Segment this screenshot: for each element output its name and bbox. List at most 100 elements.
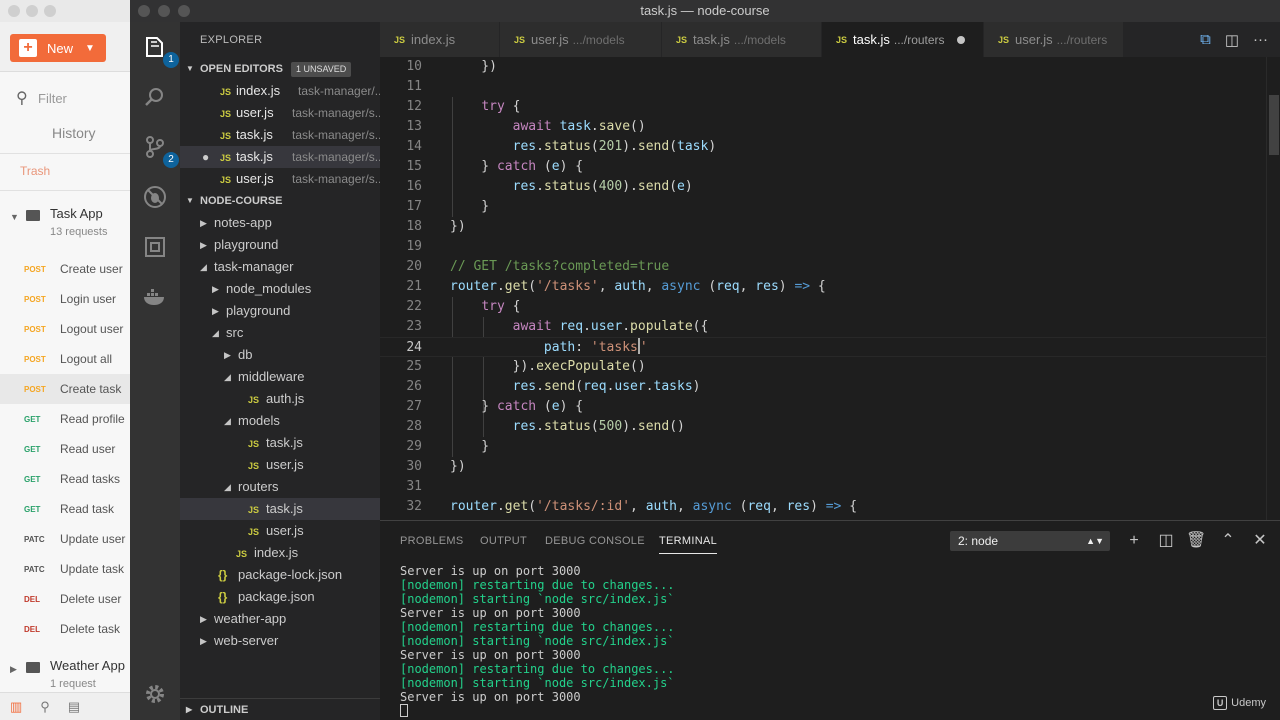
tree-folder[interactable]: ▶ playground (180, 234, 380, 256)
new-button[interactable]: + New ▼ (10, 34, 106, 62)
tree-file[interactable]: JS task.js (180, 432, 380, 454)
chevron-down-icon[interactable]: ▼ (10, 212, 19, 222)
folder-section[interactable]: ▼ NODE-COURSE (180, 190, 380, 212)
request-name: Read tasks (60, 472, 121, 486)
tree-folder[interactable]: ▶ notes-app (180, 212, 380, 234)
editor-scrollbar[interactable] (1266, 57, 1280, 520)
tree-file[interactable]: JS user.js (180, 520, 380, 542)
tree-folder[interactable]: ▶ db (180, 344, 380, 366)
editor-tab[interactable]: JS task.js .../models (662, 22, 822, 57)
tree-folder[interactable]: ◢ models (180, 410, 380, 432)
tree-folder[interactable]: ◢ src (180, 322, 380, 344)
unsaved-dot-icon[interactable] (956, 36, 965, 44)
close-dot[interactable] (138, 5, 150, 17)
tree-file[interactable]: JS index.js (180, 542, 380, 564)
maximize-dot[interactable] (44, 5, 56, 17)
request-item[interactable]: PATC Update task (0, 554, 134, 584)
maximize-panel-icon[interactable]: ⌃ (1218, 531, 1238, 551)
new-terminal-icon[interactable]: + (1124, 531, 1144, 551)
chevron-right-icon: ▶ (212, 306, 219, 316)
close-dot[interactable] (8, 5, 20, 17)
request-item[interactable]: POST Login user (0, 284, 134, 314)
trash-link[interactable]: Trash (20, 164, 50, 178)
search-icon[interactable] (141, 84, 169, 112)
open-editor-item[interactable]: JS user.js task-manager/s... (180, 102, 380, 124)
terminal-select[interactable]: 2: node ▲▼ (950, 531, 1110, 551)
tree-folder[interactable]: ▶ weather-app (180, 608, 380, 630)
filter-input[interactable]: ⚲ Filter (10, 84, 134, 112)
tab-debug-console[interactable]: DEBUG CONSOLE (545, 535, 645, 547)
open-editors-section[interactable]: ▼ OPEN EDITORS 1 UNSAVED (180, 58, 380, 80)
editor-tab[interactable]: JS user.js .../models (500, 22, 662, 57)
trash-icon[interactable]: 🗑 (1186, 531, 1206, 551)
minimize-dot[interactable] (26, 5, 38, 17)
tree-folder[interactable]: ◢ task-manager (180, 256, 380, 278)
tab-problems[interactable]: PROBLEMS (400, 535, 464, 547)
close-panel-icon[interactable]: ✕ (1250, 531, 1270, 551)
tab-terminal[interactable]: TERMINAL (659, 535, 718, 554)
tree-folder[interactable]: ▶ web-server (180, 630, 380, 652)
extensions-icon[interactable] (141, 234, 169, 262)
sidebar-toggle-icon[interactable]: ▥ (10, 699, 22, 715)
request-item[interactable]: PATC Update user (0, 524, 134, 554)
file-path: task-manager/s... (292, 150, 380, 164)
line-text: }).execPopulate() (450, 359, 646, 374)
request-item[interactable]: POST Logout all (0, 344, 134, 374)
outline-section[interactable]: ▶ OUTLINE (180, 698, 380, 720)
tree-folder[interactable]: ▶ node_modules (180, 278, 380, 300)
request-item[interactable]: GET Read task (0, 494, 134, 524)
open-editor-item[interactable]: JS index.js task-manager/... (180, 80, 380, 102)
gear-icon[interactable] (141, 682, 169, 710)
tree-label: task.js (266, 435, 303, 450)
debug-icon[interactable] (141, 184, 169, 212)
open-editor-item[interactable]: JS user.js task-manager/s... (180, 168, 380, 190)
terminal-output[interactable]: Server is up on port 3000 [nodemon] resta… (400, 564, 675, 718)
code-editor[interactable]: 10 }) 11 12 try { 13 await task.save() 1… (380, 57, 1280, 520)
minimize-dot[interactable] (158, 5, 170, 17)
history-tab[interactable]: History (52, 125, 96, 141)
split-editor-icon[interactable]: ◫ (1225, 31, 1239, 49)
request-method: POST (24, 354, 46, 364)
tab-output[interactable]: OUTPUT (480, 535, 527, 547)
tree-folder[interactable]: ◢ middleware (180, 366, 380, 388)
editor-tab[interactable]: JS user.js .../routers (984, 22, 1124, 57)
tab-path: .../routers (1056, 33, 1108, 47)
request-item[interactable]: GET Read user (0, 434, 134, 464)
request-item[interactable]: POST Create user (0, 254, 134, 284)
request-item[interactable]: DEL Delete task (0, 614, 134, 644)
compare-changes-icon[interactable]: ⧉ (1200, 31, 1211, 48)
open-editor-item[interactable]: JS task.js task-manager/s... (180, 124, 380, 146)
request-item[interactable]: GET Read tasks (0, 464, 134, 494)
tree-file[interactable]: {} package.json (180, 586, 380, 608)
code-line: 19 (380, 237, 1280, 257)
terminal-prompt[interactable] (400, 704, 675, 718)
request-item[interactable]: DEL Delete user (0, 584, 134, 614)
request-item[interactable]: GET Read profile (0, 404, 134, 434)
console-icon[interactable]: ▤ (68, 699, 80, 715)
explorer-icon[interactable]: 1 (141, 34, 179, 68)
request-item[interactable]: POST Create task (0, 374, 134, 404)
terminal-line: [nodemon] restarting due to changes... (400, 662, 675, 676)
line-text: } (450, 439, 490, 454)
split-terminal-icon[interactable]: ◫ (1156, 531, 1176, 551)
tree-file[interactable]: JS user.js (180, 454, 380, 476)
tree-folder[interactable]: ◢ routers (180, 476, 380, 498)
chevron-right-icon[interactable]: ▶ (10, 664, 17, 675)
tree-file[interactable]: {} package-lock.json (180, 564, 380, 586)
line-text: res.status(400).send(e) (512, 179, 693, 194)
caret-down-icon[interactable]: ▼ (85, 43, 95, 54)
editor-tab[interactable]: JS task.js .../routers (822, 22, 984, 57)
scrollbar-thumb[interactable] (1269, 95, 1279, 155)
tree-folder[interactable]: ▶ playground (180, 300, 380, 322)
docker-icon[interactable] (141, 284, 169, 312)
tree-file[interactable]: JS task.js (180, 498, 380, 520)
maximize-dot[interactable] (178, 5, 190, 17)
source-control-icon[interactable]: 2 (141, 134, 179, 168)
editor-tab[interactable]: JS index.js (380, 22, 500, 57)
more-actions-icon[interactable]: ··· (1253, 31, 1268, 48)
open-editor-item[interactable]: ● JS task.js task-manager/s... (180, 146, 380, 168)
find-icon[interactable]: ⚲ (40, 699, 50, 715)
request-item[interactable]: POST Logout user (0, 314, 134, 344)
tree-file[interactable]: JS auth.js (180, 388, 380, 410)
unsaved-dot-icon[interactable]: ● (202, 146, 209, 168)
